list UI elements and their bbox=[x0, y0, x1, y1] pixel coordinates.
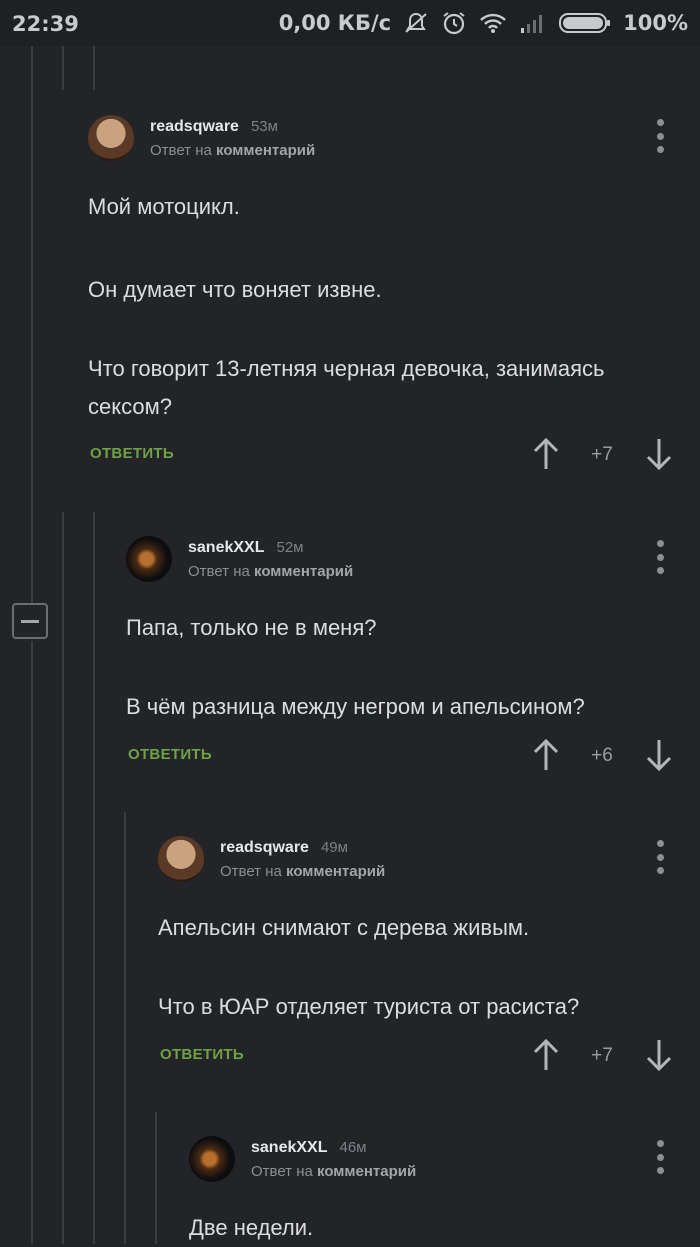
battery-icon bbox=[559, 12, 611, 34]
comment-author[interactable]: sanekXXL bbox=[251, 1139, 327, 1156]
thread-line bbox=[93, 46, 95, 90]
reply-to-prefix: Ответ на bbox=[251, 1163, 313, 1180]
alarm-icon bbox=[441, 10, 467, 36]
avatar[interactable] bbox=[88, 115, 134, 161]
wifi-icon bbox=[479, 12, 507, 34]
comment-author[interactable]: readsqware bbox=[220, 839, 309, 856]
reply-to-prefix: Ответ на bbox=[150, 142, 212, 159]
status-right-group: 0,00 КБ/с 100% bbox=[279, 10, 688, 36]
thread-line bbox=[31, 46, 33, 603]
minus-icon bbox=[21, 619, 39, 623]
thread-line bbox=[62, 46, 64, 90]
comment-author[interactable]: sanekXXL bbox=[188, 539, 264, 556]
upvote-arrow-icon[interactable] bbox=[532, 1038, 560, 1072]
reply-to-prefix: Ответ на bbox=[188, 563, 250, 580]
downvote-arrow-icon[interactable] bbox=[645, 1038, 673, 1072]
comment: sanekXXL 52м Ответ на комментарий Папа, т… bbox=[126, 536, 700, 786]
reply-to-link[interactable]: комментарий bbox=[286, 863, 385, 880]
collapse-thread-button[interactable] bbox=[12, 603, 48, 639]
comment-score: +7 bbox=[591, 1045, 613, 1066]
comment-paragraph: Он думает что воняет извне. bbox=[88, 277, 382, 302]
comment-paragraph: Что говорит 13-летняя черная девочка, за… bbox=[88, 356, 605, 419]
comment-time: 53м bbox=[250, 118, 278, 135]
mute-icon bbox=[403, 11, 429, 35]
more-options-icon[interactable] bbox=[650, 119, 670, 153]
comment: readsqware 53м Ответ на комментарий Мой м… bbox=[88, 115, 700, 475]
comment-time: 46м bbox=[339, 1139, 367, 1156]
downvote-arrow-icon[interactable] bbox=[645, 437, 673, 471]
thread-line bbox=[62, 512, 64, 1244]
more-options-icon[interactable] bbox=[650, 540, 670, 574]
upvote-arrow-icon[interactable] bbox=[532, 738, 560, 772]
status-time: 22:39 bbox=[12, 12, 79, 36]
avatar[interactable] bbox=[158, 836, 204, 882]
comment-paragraph: В чём разница между негром и апельсином? bbox=[126, 694, 585, 719]
reply-button[interactable]: ОТВЕТИТЬ bbox=[160, 1046, 244, 1063]
reply-to-link[interactable]: комментарий bbox=[254, 563, 353, 580]
reply-button[interactable]: ОТВЕТИТЬ bbox=[128, 746, 212, 763]
comment: readsqware 49м Ответ на комментарий Апель… bbox=[158, 836, 700, 1086]
network-speed: 0,00 КБ/с bbox=[278, 11, 392, 35]
comment-paragraph: Мой мотоцикл. bbox=[88, 194, 240, 219]
comment-paragraph: Папа, только не в меня? bbox=[126, 615, 377, 640]
status-bar: 22:39 0,00 КБ/с 100% bbox=[0, 0, 700, 46]
comment-score: +6 bbox=[591, 745, 613, 766]
thread-line bbox=[155, 1112, 157, 1244]
comment-paragraph: Что в ЮАР отделяет туриста от расиста? bbox=[158, 994, 580, 1019]
comment-time: 52м bbox=[276, 539, 304, 556]
comment-paragraph: Апельсин снимают с дерева живым. bbox=[158, 915, 530, 940]
comment-score: +7 bbox=[591, 444, 613, 465]
reply-button[interactable]: ОТВЕТИТЬ bbox=[90, 445, 174, 462]
upvote-arrow-icon[interactable] bbox=[532, 437, 560, 471]
more-options-icon[interactable] bbox=[650, 1140, 670, 1174]
reply-to-prefix: Ответ на bbox=[220, 863, 282, 880]
thread-line bbox=[93, 512, 95, 1244]
comment-author[interactable]: readsqware bbox=[150, 118, 239, 135]
avatar[interactable] bbox=[126, 536, 172, 582]
avatar[interactable] bbox=[189, 1136, 235, 1182]
signal-icon bbox=[519, 12, 547, 34]
battery-level: 100% bbox=[623, 11, 688, 35]
downvote-arrow-icon[interactable] bbox=[645, 738, 673, 772]
more-options-icon[interactable] bbox=[650, 840, 670, 874]
reply-to-link[interactable]: комментарий bbox=[317, 1163, 416, 1180]
reply-to-link[interactable]: комментарий bbox=[216, 142, 315, 159]
comment-paragraph: Две недели. bbox=[189, 1215, 314, 1240]
comment-time: 49м bbox=[320, 839, 348, 856]
thread-line bbox=[31, 641, 33, 1244]
thread-line bbox=[124, 812, 126, 1244]
comment: sanekXXL 46м Ответ на комментарий Две нед… bbox=[189, 1136, 700, 1244]
